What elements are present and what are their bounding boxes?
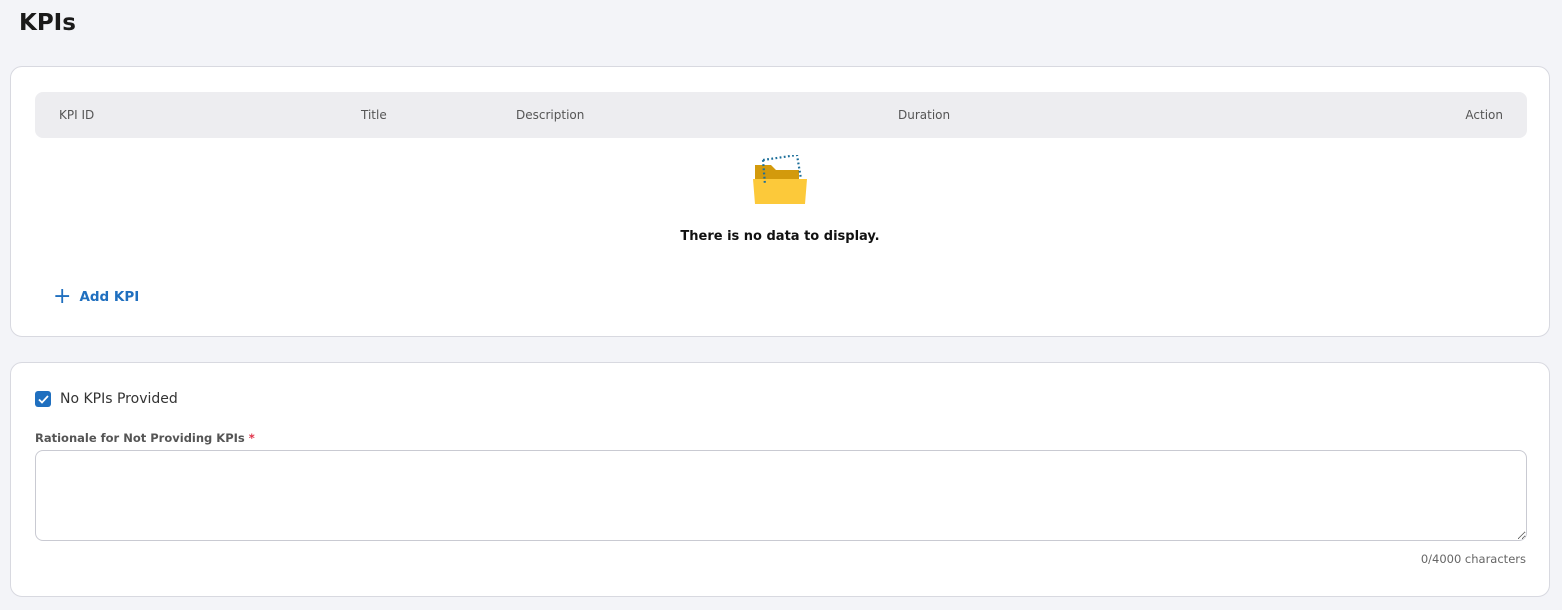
- no-kpis-checkbox[interactable]: No KPIs Provided: [35, 391, 178, 407]
- add-kpi-label: Add KPI: [79, 289, 140, 305]
- column-action: Action: [1465, 108, 1503, 122]
- character-count: 0/4000 characters: [1420, 552, 1526, 566]
- page-title: KPIs: [19, 10, 76, 36]
- rationale-label: Rationale for Not Providing KPIs *: [35, 431, 255, 445]
- rationale-label-text: Rationale for Not Providing KPIs: [35, 431, 245, 445]
- required-asterisk: *: [248, 431, 255, 445]
- checkbox-checked-icon[interactable]: [35, 391, 51, 407]
- plus-icon: +: [53, 284, 72, 309]
- rationale-textarea[interactable]: [35, 450, 1527, 541]
- empty-folder-icon: [753, 155, 807, 204]
- column-duration: Duration: [898, 108, 951, 122]
- table-header: KPI ID Title Description Duration Action: [35, 92, 1527, 138]
- kpi-table-card: KPI ID Title Description Duration Action…: [10, 66, 1550, 337]
- no-kpi-card: No KPIs Provided Rationale for Not Provi…: [10, 362, 1550, 597]
- column-title: Title: [361, 108, 387, 122]
- column-description: Description: [516, 108, 585, 122]
- checkbox-label: No KPIs Provided: [60, 391, 178, 407]
- add-kpi-button[interactable]: + Add KPI: [53, 286, 139, 308]
- empty-state-message: There is no data to display.: [680, 229, 880, 244]
- column-kpi-id: KPI ID: [59, 108, 95, 122]
